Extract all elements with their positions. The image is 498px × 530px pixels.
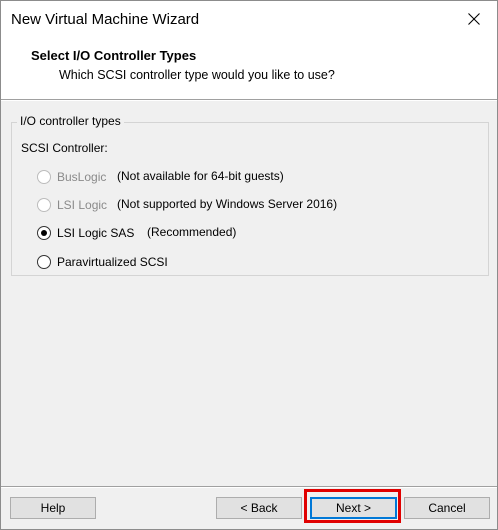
radio-button[interactable] [37, 170, 51, 184]
help-button[interactable]: Help [10, 497, 96, 519]
page-subtitle: Which SCSI controller type would you lik… [59, 68, 335, 82]
cancel-button[interactable]: Cancel [404, 497, 490, 519]
window-title: New Virtual Machine Wizard [11, 11, 200, 28]
groupbox-legend: I/O controller types [17, 114, 124, 128]
close-icon [468, 13, 480, 25]
radio-button[interactable] [37, 226, 51, 240]
wizard-window: New Virtual Machine Wizard Select I/O Co… [0, 0, 498, 530]
back-button[interactable]: < Back [216, 497, 302, 519]
radio-lsi-logic-sas[interactable]: LSI Logic SAS [37, 223, 134, 243]
radio-note: (Not supported by Windows Server 2016) [117, 197, 338, 211]
footer-divider-highlight [1, 487, 497, 488]
radio-label: BusLogic [57, 170, 107, 184]
next-button[interactable]: Next > [310, 497, 397, 519]
radio-button[interactable] [37, 198, 51, 212]
radio-paravirtualized-scsi[interactable]: Paravirtualized SCSI [37, 252, 168, 272]
page-title: Select I/O Controller Types [31, 48, 197, 63]
radio-note: (Not available for 64-bit guests) [117, 169, 284, 183]
wizard-header: Select I/O Controller Types Which SCSI c… [1, 37, 497, 99]
radio-label: Paravirtualized SCSI [57, 255, 168, 269]
radio-lsi-logic[interactable]: LSI Logic [37, 195, 107, 215]
radio-buslogic[interactable]: BusLogic [37, 167, 106, 187]
title-bar: New Virtual Machine Wizard [1, 1, 497, 37]
radio-button[interactable] [37, 255, 51, 269]
radio-label: LSI Logic SAS [57, 226, 135, 240]
close-button[interactable] [451, 1, 497, 37]
scsi-controller-label: SCSI Controller: [21, 141, 108, 155]
header-divider-highlight [1, 100, 497, 101]
radio-note: (Recommended) [147, 225, 237, 239]
radio-label: LSI Logic [57, 198, 108, 212]
